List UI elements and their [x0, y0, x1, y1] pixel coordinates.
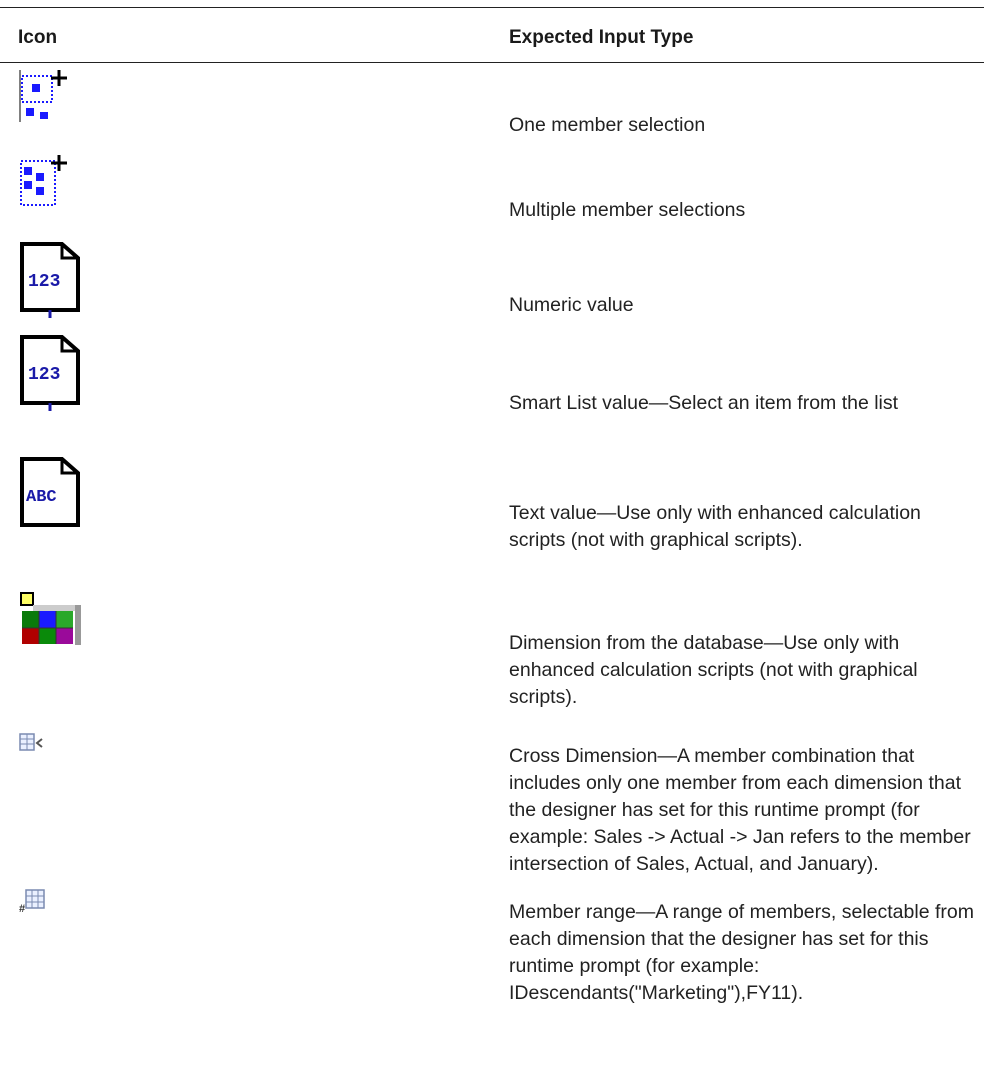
- row-description: Text value—Use only with enhanced calcul…: [509, 502, 921, 551]
- input-type-table: Icon Expected Input Type One member sele…: [0, 0, 984, 1066]
- row-description: Cross Dimension—A member combination tha…: [509, 745, 971, 875]
- row-description: Dimension from the database—Use only wit…: [509, 632, 918, 708]
- member-range-grid-icon: #: [18, 888, 48, 914]
- dimension-cube-icon: [18, 590, 88, 650]
- row-description: Numeric value: [509, 294, 634, 316]
- cross-dimension-grid-icon: [18, 732, 48, 754]
- header-divider: [0, 62, 984, 63]
- single-member-select-icon: [18, 70, 74, 130]
- multiple-member-select-icon: [18, 155, 74, 215]
- svg-text:ABC: ABC: [26, 488, 57, 507]
- row-description: Multiple member selections: [509, 199, 746, 221]
- svg-text:123: 123: [28, 365, 60, 385]
- numeric-document-icon: 123: [18, 240, 88, 320]
- table-top-rule: [0, 7, 984, 8]
- row-description: Smart List value—Select an item from the…: [509, 392, 899, 414]
- svg-text:123: 123: [28, 272, 60, 292]
- icon-column-header: Icon: [18, 27, 58, 48]
- row-description: One member selection: [509, 114, 706, 136]
- smart-list-document-icon: 123: [18, 333, 88, 413]
- text-document-icon: ABC: [18, 455, 88, 535]
- svg-text:#: #: [19, 903, 25, 914]
- expected-input-type-column-header: Expected Input Type: [509, 27, 694, 48]
- row-description: Member range—A range of members, selecta…: [509, 901, 974, 1004]
